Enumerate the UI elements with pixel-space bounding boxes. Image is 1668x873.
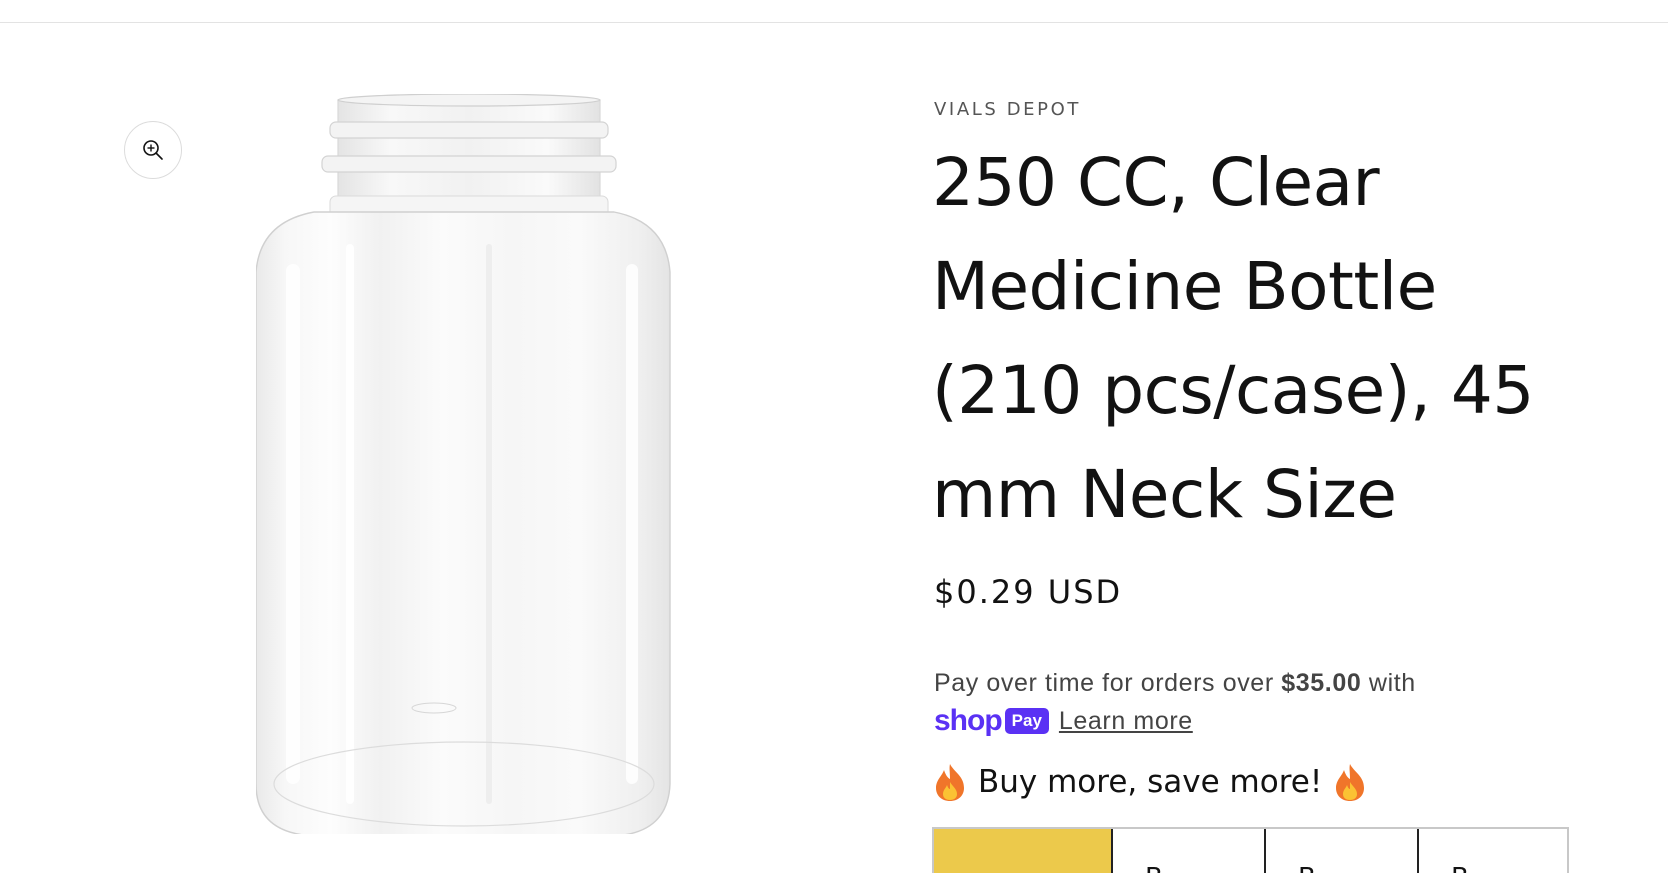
zoom-in-icon — [143, 140, 163, 160]
shop-pay-installments: Pay over time for orders over $35.00 wit… — [934, 664, 1574, 740]
product-title: 250 CC, Clear Medicine Bottle (210 pcs/c… — [932, 144, 1534, 533]
installments-threshold: $35.00 — [1281, 669, 1362, 697]
product-image[interactable] — [256, 94, 672, 834]
zoom-button[interactable] — [124, 121, 182, 179]
promo-text: Buy more, save more! — [978, 764, 1323, 800]
tier-option-4[interactable]: B — [1419, 829, 1567, 873]
fire-icon — [1336, 764, 1365, 801]
shop-pay-logo: shop Pay — [934, 702, 1049, 740]
product-price: $0.29 USD — [934, 573, 1123, 611]
tier-option-2[interactable]: B — [1113, 829, 1266, 873]
learn-more-link[interactable]: Learn more — [1059, 702, 1193, 740]
tier-option-3[interactable]: B — [1266, 829, 1419, 873]
tier-option-1[interactable] — [934, 829, 1113, 873]
promo-banner: Buy more, save more! — [932, 762, 1368, 802]
fire-icon — [936, 764, 964, 801]
quantity-tier-selector: B B B — [932, 827, 1569, 873]
vendor-name: VIALS DEPOT — [934, 99, 1081, 120]
installments-text: Pay over time for orders over $35.00 wit… — [934, 669, 1416, 697]
header-divider — [0, 22, 1668, 23]
